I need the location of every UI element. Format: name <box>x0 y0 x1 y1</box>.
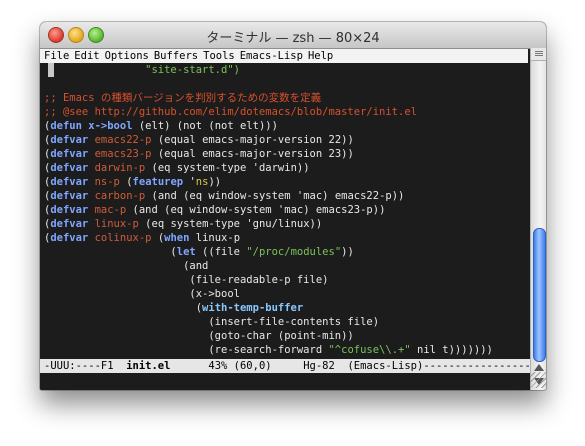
code-token: )) <box>341 246 354 258</box>
title-bar: ターミナル — zsh — 80×24 <box>40 22 546 49</box>
code-token: )) <box>208 176 222 188</box>
code-line: ;; @see http://github.com/elim/dotemacs/… <box>44 105 417 119</box>
echo-area[interactable] <box>40 373 528 390</box>
scrollbar-top-button[interactable] <box>531 48 546 61</box>
code-token: with-temp-buffer <box>202 302 304 314</box>
code-line: (defvar linux-p (eq system-type 'gnu/lin… <box>44 217 322 231</box>
code-token: colinux-p <box>94 232 152 244</box>
code-line: (defvar carbon-p (and (eq window-system … <box>44 189 404 203</box>
code-token: (file-readable-p file) <box>44 274 329 286</box>
code-line: (defvar emacs23-p (equal emacs-major-ver… <box>44 147 354 161</box>
code-token: (and (eq window-system 'mac) emacs22-p)) <box>145 190 405 202</box>
code-token: emacs23-p <box>94 148 152 160</box>
code-token: defvar <box>50 162 89 174</box>
code-token: defvar <box>50 232 89 244</box>
code-token: ' <box>183 176 196 188</box>
code-token: darwin-p <box>94 162 146 174</box>
code-token: ;; Emacs の種類バージョンを判別するための変数を定義 <box>44 92 322 104</box>
code-token: defvar <box>50 176 89 188</box>
menu-emacs-lisp[interactable]: Emacs-Lisp <box>240 50 303 62</box>
code-token: defvar <box>50 190 89 202</box>
mode-line-buffer-name: init.el <box>126 360 171 372</box>
code-line: (with-temp-buffer <box>44 301 304 315</box>
code-token: when <box>164 232 190 244</box>
code-token: (eq system-type 'darwin)) <box>145 162 310 174</box>
code-line: (let ((file "/proc/modules")) <box>44 245 354 259</box>
code-token: nil t))))))) <box>410 344 493 356</box>
vertical-scrollbar[interactable] <box>530 48 546 390</box>
menu-options[interactable]: Options <box>105 50 149 62</box>
split-icon <box>535 51 543 57</box>
code-token: (and <box>44 260 209 272</box>
menu-file[interactable]: File <box>44 50 69 62</box>
code-token: (equal emacs-major-version 23)) <box>151 148 354 160</box>
terminal-window: ターミナル — zsh — 80×24 File Edit Options Buffe… <box>40 22 546 390</box>
code-token: carbon-p <box>94 190 146 202</box>
code-token: linux-p <box>94 218 139 230</box>
emacs-editor[interactable]: "site-start.d") ;; Emacs の種類バージョンを判別するための… <box>40 63 528 357</box>
code-line: (x->bool <box>44 287 240 301</box>
code-token: (re-search-forward <box>44 344 329 356</box>
code-token: defvar <box>50 218 89 230</box>
code-token: defvar <box>50 204 89 216</box>
code-token: (and (eq window-system 'mac) emacs23-p)) <box>126 204 386 216</box>
code-token: (goto-char (point-min)) <box>44 330 354 342</box>
code-token: (eq system-type 'gnu/linux)) <box>138 218 323 230</box>
code-token: (equal emacs-major-version 22)) <box>151 134 354 146</box>
code-token: defun <box>50 120 82 132</box>
code-token: ;; @see http://github.com/elim/dotemacs/… <box>44 106 417 118</box>
code-token: ns-p <box>94 176 120 188</box>
menu-tools[interactable]: Tools <box>203 50 235 62</box>
code-line: (defvar ns-p (featurep 'ns)) <box>44 175 221 189</box>
menu-help[interactable]: Help <box>308 50 333 62</box>
mode-line-status: -UUU:----F1 <box>44 360 127 372</box>
scroll-up-arrow-icon[interactable] <box>534 364 544 371</box>
code-token: x->bool <box>88 120 133 132</box>
code-token: (x->bool <box>44 288 240 300</box>
code-token: "site-start.d") <box>44 64 240 76</box>
code-token: ns <box>195 176 209 188</box>
code-token: (insert-file-contents file) <box>44 316 380 328</box>
code-line: (defun x->bool (elt) (not (not elt))) <box>44 119 278 133</box>
mode-line-info: 43% (60,0) Hg-82 (Emacs-Lisp)-----------… <box>170 360 546 372</box>
code-token: defvar <box>50 148 89 160</box>
menu-buffers[interactable]: Buffers <box>154 50 198 62</box>
code-line: (and <box>44 259 208 273</box>
code-token: ( <box>44 246 177 258</box>
code-line: (defvar mac-p (and (eq window-system 'ma… <box>44 203 385 217</box>
code-token: let <box>176 246 196 258</box>
code-token: ( <box>44 302 203 314</box>
code-token: "^cofuse\\.+" <box>328 344 411 356</box>
code-line: ;; Emacs の種類バージョンを判別するための変数を定義 <box>44 91 321 105</box>
code-token: featurep <box>132 176 184 188</box>
code-line: (defvar emacs22-p (equal emacs-major-ver… <box>44 133 354 147</box>
text-cursor <box>48 63 54 77</box>
scrollbar-thumb[interactable] <box>533 228 546 362</box>
code-token: ( <box>119 176 133 188</box>
code-token: emacs22-p <box>94 134 152 146</box>
window-title: ターミナル — zsh — 80×24 <box>206 31 380 46</box>
resize-grip-icon[interactable] <box>530 372 546 388</box>
code-line: (re-search-forward "^cofuse\\.+" nil t))… <box>44 343 493 357</box>
code-line: (goto-char (point-min)) <box>44 329 354 343</box>
code-token: defvar <box>50 134 89 146</box>
code-line: (defvar colinux-p (when linux-p <box>44 231 240 245</box>
code-line: "site-start.d") <box>44 63 240 77</box>
code-token: ((file <box>195 246 247 258</box>
code-token: (elt) (not (not elt))) <box>132 120 278 132</box>
code-line: (insert-file-contents file) <box>44 315 379 329</box>
code-token: ( <box>151 232 165 244</box>
code-token: mac-p <box>94 204 127 216</box>
code-token: linux-p <box>189 232 241 244</box>
code-line: (defvar darwin-p (eq system-type 'darwin… <box>44 161 310 175</box>
code-token: "/proc/modules" <box>246 246 342 258</box>
emacs-mode-line: -UUU:----F1 init.el 43% (60,0) Hg-82 (Em… <box>40 359 546 373</box>
menu-edit[interactable]: Edit <box>74 50 99 62</box>
emacs-menu-bar: File Edit Options Buffers Tools Emacs-Lisp Hel… <box>40 49 528 63</box>
code-line: (file-readable-p file) <box>44 273 328 287</box>
